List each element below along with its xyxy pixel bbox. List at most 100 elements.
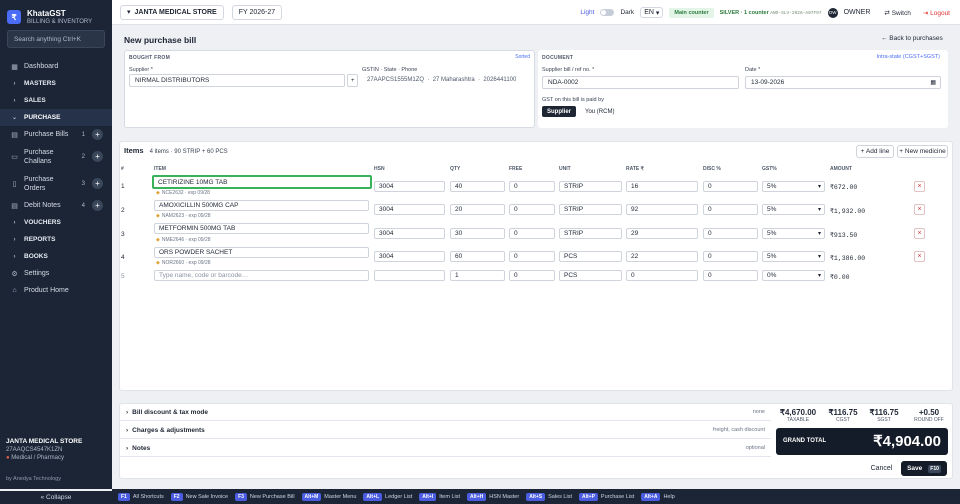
shortcut-key[interactable]: Alt+M bbox=[301, 492, 322, 501]
unit-select[interactable]: STRIP bbox=[559, 204, 622, 215]
unit-select[interactable]: PCS bbox=[559, 251, 622, 262]
shortcut-key[interactable]: F3 bbox=[235, 492, 247, 501]
rate-input[interactable]: 22 bbox=[626, 251, 698, 262]
sidebar-item-vouchers[interactable]: › VOUCHERS bbox=[0, 214, 112, 231]
hsn-input[interactable]: 3004 bbox=[374, 228, 445, 239]
shortcut-key[interactable]: Alt+L bbox=[363, 492, 383, 501]
hsn-input[interactable]: 3004 bbox=[374, 204, 445, 215]
gst-select[interactable]: 5% bbox=[762, 181, 825, 192]
shortcut-key[interactable]: Alt+I bbox=[419, 492, 437, 501]
qty-input[interactable]: 20 bbox=[450, 204, 505, 215]
gst-select[interactable]: 5% bbox=[762, 204, 825, 215]
add-debit-note-button[interactable]: + bbox=[92, 200, 103, 211]
sidebar-item-purchase-challans[interactable]: ▭ Purchase Challans 2 + bbox=[0, 143, 112, 170]
new-medicine-button[interactable]: + New medicine bbox=[897, 145, 948, 158]
sidebar: ₹ KhataGST BILLING & INVENTORY Search an… bbox=[0, 0, 112, 489]
add-purchase-bill-button[interactable]: + bbox=[92, 129, 103, 140]
free-input[interactable]: 0 bbox=[509, 181, 555, 192]
qty-input[interactable]: 40 bbox=[450, 181, 505, 192]
language-selector[interactable]: EN ▾ bbox=[640, 7, 664, 18]
bill-discount-section[interactable]: › Bill discount & tax mode none bbox=[119, 404, 771, 421]
add-line-button[interactable]: + Add line bbox=[856, 145, 894, 158]
gstin-label: GSTIN · State · Phone bbox=[362, 67, 418, 73]
delete-row-button[interactable]: × bbox=[914, 251, 925, 262]
shortcut-key[interactable]: Alt+P bbox=[578, 492, 598, 501]
free-input[interactable]: 0 bbox=[509, 251, 555, 262]
save-button[interactable]: Save F10 bbox=[901, 461, 947, 476]
supplier-ref-input[interactable]: NDA-0002 bbox=[542, 76, 739, 89]
rate-input[interactable]: 29 bbox=[626, 228, 698, 239]
sidebar-item-debit-notes[interactable]: ▤ Debit Notes 4 + bbox=[0, 197, 112, 214]
add-supplier-button[interactable]: + bbox=[347, 74, 358, 87]
disc-input[interactable]: 0 bbox=[703, 228, 758, 239]
back-to-purchases-button[interactable]: ← Back to purchases bbox=[881, 35, 943, 42]
qty-input[interactable]: 1 bbox=[450, 270, 505, 281]
gst-select[interactable]: 5% bbox=[762, 228, 825, 239]
hsn-input[interactable]: 3004 bbox=[374, 251, 445, 262]
disc-input[interactable]: 0 bbox=[703, 204, 758, 215]
unit-select[interactable]: PCS bbox=[559, 270, 622, 281]
shortcut-key[interactable]: Alt+S bbox=[526, 492, 546, 501]
add-purchase-challan-button[interactable]: + bbox=[92, 151, 103, 162]
date-input[interactable]: 13-09-2026 ▦ bbox=[745, 76, 941, 89]
delete-row-button[interactable]: × bbox=[914, 204, 925, 215]
rate-input[interactable]: 92 bbox=[626, 204, 698, 215]
shortcut-key[interactable]: Alt+A bbox=[641, 492, 661, 501]
theme-toggle[interactable] bbox=[600, 9, 615, 16]
sidebar-item-product-home[interactable]: ⌂ Product Home bbox=[0, 282, 112, 299]
company-selector[interactable]: ▾ JANTA MEDICAL STORE bbox=[120, 4, 224, 20]
qty-input[interactable]: 60 bbox=[450, 251, 505, 262]
avatar[interactable]: OW bbox=[827, 7, 838, 18]
sidebar-item-purchase[interactable]: ⌄ PURCHASE bbox=[0, 109, 112, 126]
chevron-right-icon: › bbox=[13, 253, 16, 260]
unit-select[interactable]: STRIP bbox=[559, 181, 622, 192]
fy-selector[interactable]: FY 2026-27 bbox=[231, 4, 283, 20]
item-input[interactable]: CETIRIZINE 10MG TAB bbox=[152, 175, 372, 189]
gst-rcm-option[interactable]: You (RCM) bbox=[580, 106, 619, 117]
shortcut-key[interactable]: Alt+H bbox=[467, 492, 487, 501]
home-icon: ⌂ bbox=[12, 287, 17, 294]
gst-supplier-option[interactable]: Supplier bbox=[542, 106, 577, 117]
switch-button[interactable]: ⇄ Switch bbox=[884, 9, 910, 17]
disc-input[interactable]: 0 bbox=[703, 181, 758, 192]
supplier-input[interactable]: NIRMAL DISTRIBUTORS bbox=[129, 74, 345, 87]
unit-select[interactable]: STRIP bbox=[559, 228, 622, 239]
logout-icon: ⇥ bbox=[922, 9, 929, 17]
sidebar-item-purchase-orders[interactable]: ▯ Purchase Orders 3 + bbox=[0, 170, 112, 197]
sidebar-item-settings[interactable]: ⚙ Settings bbox=[0, 265, 112, 282]
item-input[interactable]: ORS POWDER SACHET bbox=[154, 247, 369, 258]
search-input[interactable]: Search anything Ctrl+K bbox=[7, 30, 105, 48]
rate-input[interactable]: 0 bbox=[626, 270, 698, 281]
hsn-input[interactable]: 3004 bbox=[374, 181, 445, 192]
logout-button[interactable]: ⇥ Logout bbox=[923, 9, 950, 17]
topbar-right: Light Dark EN ▾ Main counter SILVER · 1 … bbox=[580, 0, 950, 25]
hsn-input[interactable] bbox=[374, 270, 445, 281]
notes-section[interactable]: › Notes optional bbox=[119, 440, 771, 457]
shortcut-key[interactable]: F1 bbox=[118, 492, 130, 501]
cancel-button[interactable]: Cancel bbox=[865, 461, 898, 476]
rate-input[interactable]: 16 bbox=[626, 181, 698, 192]
sidebar-item-masters[interactable]: › MASTERS bbox=[0, 75, 112, 92]
item-input[interactable]: AMOXICILLIN 500MG CAP bbox=[154, 200, 369, 211]
sidebar-item-purchase-bills[interactable]: ▤ Purchase Bills 1 + bbox=[0, 126, 112, 143]
gst-select[interactable]: 0% bbox=[762, 270, 825, 281]
qty-input[interactable]: 30 bbox=[450, 228, 505, 239]
item-input[interactable]: METFORMIN 500MG TAB bbox=[154, 223, 369, 234]
delete-row-button[interactable]: × bbox=[914, 181, 925, 192]
sidebar-item-books[interactable]: › BOOKS bbox=[0, 248, 112, 265]
sidebar-item-reports[interactable]: › REPORTS bbox=[0, 231, 112, 248]
sidebar-item-dashboard[interactable]: ▦ Dashboard bbox=[0, 58, 112, 75]
add-purchase-order-button[interactable]: + bbox=[92, 178, 103, 189]
item-input[interactable]: Type name, code or barcode… bbox=[154, 270, 369, 281]
free-input[interactable]: 0 bbox=[509, 228, 555, 239]
disc-input[interactable]: 0 bbox=[703, 270, 758, 281]
free-input[interactable]: 0 bbox=[509, 270, 555, 281]
gst-select[interactable]: 5% bbox=[762, 251, 825, 262]
delete-row-button[interactable]: × bbox=[914, 228, 925, 239]
collapse-button[interactable]: « Collapse bbox=[0, 491, 112, 504]
charges-section[interactable]: › Charges & adjustments freight, cash disc… bbox=[119, 422, 771, 439]
sidebar-item-sales[interactable]: › SALES bbox=[0, 92, 112, 109]
free-input[interactable]: 0 bbox=[509, 204, 555, 215]
shortcut-key[interactable]: F2 bbox=[170, 492, 183, 501]
disc-input[interactable]: 0 bbox=[703, 251, 758, 262]
